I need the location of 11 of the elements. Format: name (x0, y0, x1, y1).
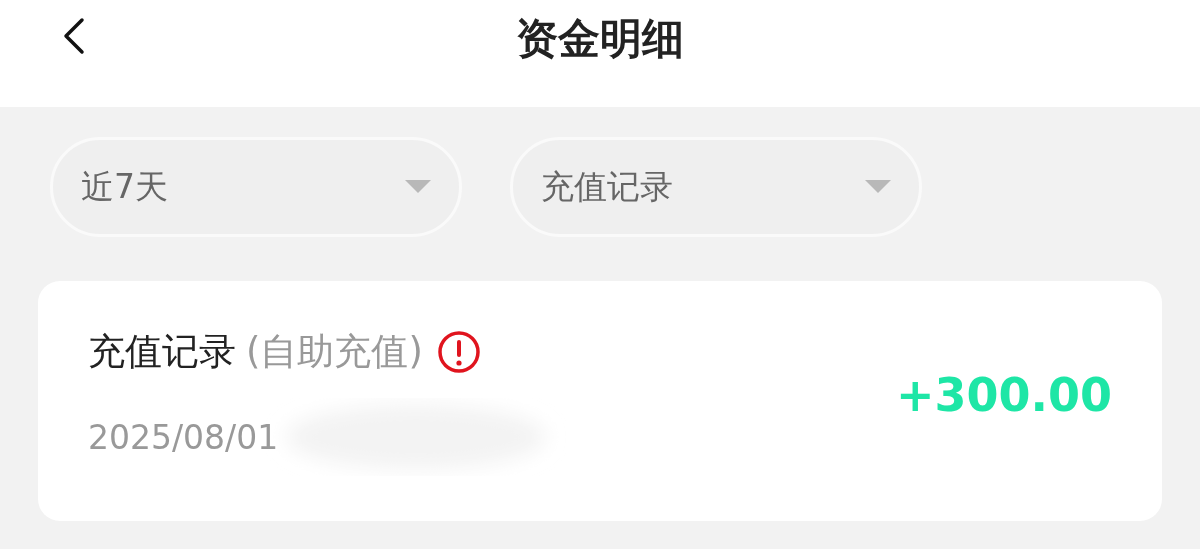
record-title: 充值记录 (88, 329, 236, 375)
record-date: 2025/08/01 (88, 417, 279, 457)
dropdown-caret-icon (405, 180, 431, 194)
filter-dropdown[interactable]: 充值记录 (510, 137, 922, 237)
record-card[interactable]: 充值记录 (自助充值) 2025/08/01 +300.00 (38, 281, 1162, 521)
warning-icon[interactable] (436, 330, 481, 374)
page-title: 资金明细 (516, 12, 684, 65)
filter-dropdown[interactable]: 近7天 (50, 137, 462, 237)
dropdown-caret-icon (865, 180, 891, 194)
record-amount: +300.00 (895, 368, 1112, 422)
record-type: (自助充值) (246, 329, 423, 375)
